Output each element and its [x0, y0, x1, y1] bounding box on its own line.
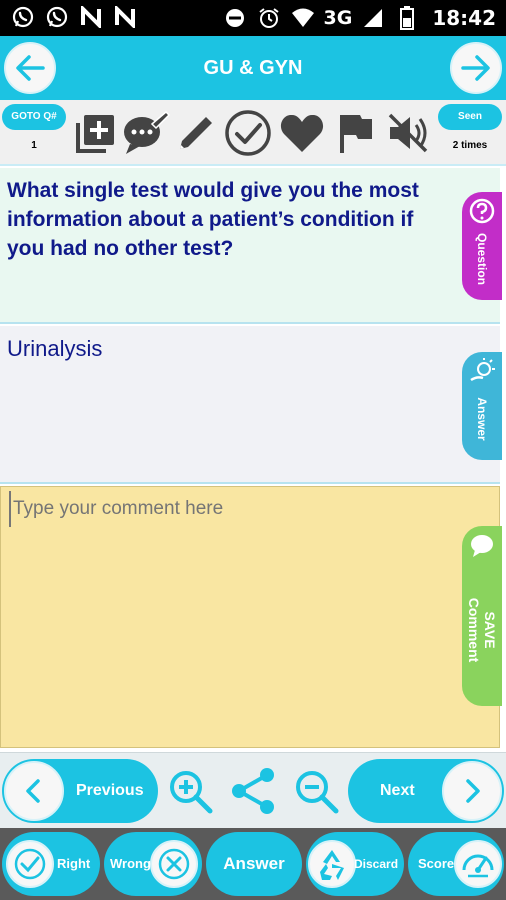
network-type: 3G [323, 7, 353, 29]
zoom-out-icon [296, 771, 339, 814]
arrow-right-icon [461, 55, 490, 81]
mute-button[interactable] [384, 108, 432, 158]
signal-icon [360, 5, 386, 31]
score-button[interactable]: Score [408, 832, 504, 896]
chevron-left-icon [26, 779, 40, 803]
question-panel: What single test would give you the most… [0, 168, 500, 324]
favorite-button[interactable] [278, 108, 326, 158]
zoom-in-icon [170, 771, 213, 814]
clock: 18:42 [432, 6, 496, 30]
wrong-label: Wrong [110, 856, 151, 871]
next-button[interactable]: Next [348, 759, 504, 823]
gauge-icon [462, 854, 494, 878]
dnd-icon [222, 5, 248, 31]
add-note-icon [76, 115, 114, 153]
page-title: GU & GYN [203, 57, 303, 79]
right-circle [6, 840, 54, 888]
recycle-icon [320, 850, 344, 880]
save-comment-label: SAVE Comment [466, 598, 498, 663]
n-app-icon [112, 4, 138, 30]
wrong-button[interactable]: Wrong [104, 832, 202, 896]
check-circle-icon [225, 110, 271, 156]
question-tab[interactable]: Question [462, 192, 502, 300]
battery-icon [394, 5, 420, 31]
heart-icon [280, 114, 324, 152]
question-toolbar: GOTO Q# 1 Seen 2 times [0, 100, 506, 166]
right-label: Right [57, 856, 91, 871]
question-tab-label: Question [475, 232, 489, 285]
comment-input[interactable] [9, 491, 449, 527]
zoom-out-button[interactable] [290, 765, 342, 817]
navigation-row: Previous Next [0, 752, 506, 828]
answer-panel: Urinalysis [0, 326, 500, 484]
question-text: What single test would give you the most… [7, 179, 419, 260]
question-mark-icon [469, 198, 495, 224]
seen-counter: Seen 2 times [438, 104, 502, 162]
action-row: Right Wrong Answer Discard Score [0, 828, 506, 900]
zoom-in-button[interactable] [164, 765, 216, 817]
wrong-circle [150, 840, 198, 888]
score-label: Score [418, 856, 455, 871]
status-bar: 3G 18:42 [0, 0, 506, 36]
n-app-icon [78, 4, 104, 30]
speech-bubble-icon [471, 535, 493, 557]
flag-icon [340, 115, 372, 153]
show-answer-button[interactable]: Answer [206, 832, 302, 896]
answer-tab-label: Answer [475, 397, 489, 441]
discard-label: Discard [354, 857, 399, 871]
comment-button[interactable] [122, 108, 170, 158]
mute-icon [388, 113, 428, 153]
mark-done-button[interactable] [224, 108, 272, 158]
chevron-left-circle [4, 761, 64, 821]
share-button[interactable] [228, 765, 280, 817]
right-button[interactable]: Right [2, 832, 100, 896]
seen-label: Seen [438, 104, 502, 130]
discard-circle [308, 840, 356, 888]
comment-bubble-icon [124, 110, 170, 154]
comment-label: Comment [466, 598, 482, 663]
close-icon [158, 848, 190, 880]
save-comment-tab[interactable]: SAVE Comment [462, 526, 502, 706]
chevron-right-circle [442, 761, 502, 821]
save-label: SAVE [482, 611, 498, 649]
app-header: GU & GYN [0, 36, 506, 100]
chevron-right-icon [466, 779, 480, 803]
question-number: 1 [31, 140, 37, 151]
flag-button[interactable] [332, 108, 380, 158]
system-icons: 3G 18:42 [222, 4, 496, 32]
lightbulb-icon [470, 358, 495, 382]
whatsapp-icon [44, 4, 70, 30]
whatsapp-icon [10, 4, 36, 30]
check-icon [14, 848, 46, 880]
next-label: Next [380, 782, 415, 799]
score-circle [454, 840, 502, 888]
answer-text: Urinalysis [7, 336, 103, 361]
edit-pencil-icon [180, 117, 212, 149]
seen-count: 2 times [452, 140, 488, 151]
previous-label: Previous [76, 782, 144, 799]
arrow-left-icon [16, 55, 45, 81]
answer-label: Answer [223, 854, 285, 873]
add-note-button[interactable] [72, 108, 120, 158]
notification-icons [10, 4, 138, 30]
previous-button[interactable]: Previous [2, 759, 158, 823]
answer-tab[interactable]: Answer [462, 352, 502, 460]
previous-category-button[interactable] [4, 42, 56, 94]
goto-question[interactable]: GOTO Q# 1 [2, 104, 66, 162]
discard-button[interactable]: Discard [306, 832, 404, 896]
comment-panel [0, 486, 500, 748]
wifi-icon [290, 5, 316, 31]
alarm-icon [256, 5, 282, 31]
goto-button[interactable]: GOTO Q# [2, 104, 66, 130]
edit-button[interactable] [172, 108, 220, 158]
next-category-button[interactable] [450, 42, 502, 94]
share-icon [232, 768, 274, 814]
